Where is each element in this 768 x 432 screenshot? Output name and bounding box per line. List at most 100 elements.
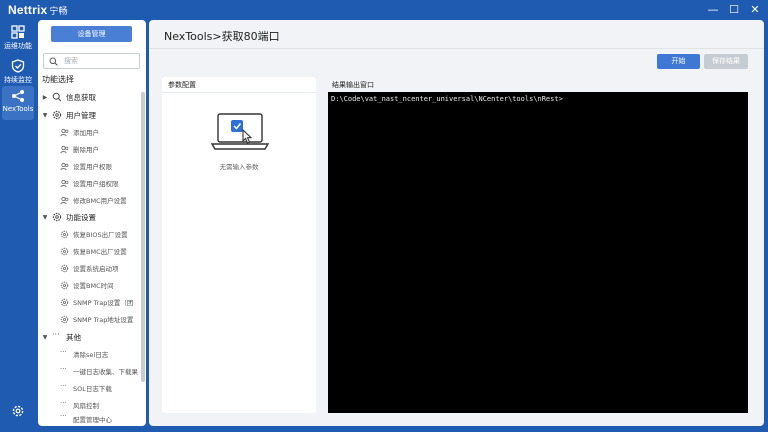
tree-group-label: 其他	[66, 332, 81, 342]
tree-item-snmp-trap[interactable]: SNMP Trap设置（团	[60, 294, 140, 310]
close-icon: ✕	[750, 3, 760, 16]
ellipsis-icon: ···	[60, 398, 67, 407]
tree-group-info[interactable]: ▶ 信息获取	[38, 89, 142, 105]
tree-item-label: 设置BMC时间	[73, 282, 114, 290]
tree-item-user-permission[interactable]: 设置用户权限	[60, 158, 140, 174]
user-icon	[60, 196, 69, 204]
tree-title: 功能选择	[42, 75, 74, 84]
tree-item-label: 配置管理中心	[73, 416, 112, 424]
close-button[interactable]: ✕	[748, 3, 762, 17]
ellipsis-icon: ···	[60, 364, 67, 373]
grid-icon	[11, 25, 25, 39]
tree-item-boot-order[interactable]: 设置系统启动项	[60, 260, 140, 276]
search-box[interactable]	[43, 53, 140, 69]
tree-item-label: 清除sel日志	[73, 351, 109, 359]
brand-sub: 宁畅	[49, 6, 68, 16]
tree-item-label: 一键日志收集、下载果	[73, 368, 138, 376]
device-management-button[interactable]: 设备管理	[51, 26, 132, 42]
settings-gear-icon[interactable]	[11, 404, 25, 418]
tree-item-label: SOL日志下载	[73, 385, 112, 393]
rail-item-nextools[interactable]: NexTools	[2, 86, 34, 120]
app-logo: Nettrix 宁畅	[8, 3, 68, 17]
ellipsis-icon: ···	[60, 414, 67, 420]
tree-item-bmc-reset[interactable]: 恢复BMC出厂设置	[60, 243, 140, 259]
save-result-button[interactable]: 保存结果	[704, 54, 748, 69]
minimize-button[interactable]: —	[706, 3, 720, 17]
tree-item-bmc-user[interactable]: 修改BMC用户设置	[60, 192, 140, 208]
maximize-button[interactable]: ☐	[727, 3, 741, 17]
shield-icon	[11, 59, 25, 73]
ellipsis-icon: ···	[60, 347, 67, 356]
ellipsis-icon: ···	[52, 330, 60, 339]
start-button[interactable]: 开始	[657, 54, 700, 69]
param-config-panel: 参数配置 无需输入参数	[162, 77, 316, 413]
panel-divider	[162, 92, 316, 93]
gear-icon	[60, 264, 69, 272]
chevron-down-icon: ▼	[42, 111, 48, 119]
gear-icon	[52, 110, 62, 120]
tree-item-label: SNMP Trap地址设置	[73, 316, 134, 324]
terminal-output[interactable]: D:\Code\vat_nast_ncenter_universal\NCent…	[328, 92, 748, 413]
tree-group-other[interactable]: ▼ ··· 其他	[38, 329, 142, 345]
main-panel: NexTools>获取80端口 开始 保存结果 参数配置 无需输入参数 结果输出…	[149, 20, 764, 426]
header-divider	[149, 48, 764, 49]
chevron-right-icon: ▶	[42, 93, 48, 101]
tree-group-label: 信息获取	[66, 92, 96, 102]
user-icon	[60, 128, 69, 136]
tree-group-function[interactable]: ▼ 功能设置	[38, 209, 142, 225]
laptop-check-icon	[210, 113, 270, 150]
tree-item-label: 风扇控制	[73, 402, 99, 410]
gear-icon	[60, 298, 69, 306]
tree-group-label: 用户管理	[66, 110, 96, 120]
tree-item-snmp-address[interactable]: SNMP Trap地址设置	[60, 311, 140, 327]
tree-item-label: 恢复BIOS出厂设置	[73, 231, 128, 239]
tree-item-bmc-time[interactable]: 设置BMC时间	[60, 277, 140, 293]
tree-item-log-collect[interactable]: ··· 一键日志收集、下载果	[60, 363, 140, 379]
empty-params-text: 无需输入参数	[219, 163, 259, 171]
tree-item-label: 修改BMC用户设置	[73, 197, 127, 205]
gear-icon	[60, 281, 69, 289]
rail-item-ops[interactable]: 运维功能	[0, 22, 36, 56]
tree-item-label: 设置用户组权限	[73, 180, 119, 188]
tree-group-user[interactable]: ▼ 用户管理	[38, 107, 142, 123]
ellipsis-icon: ···	[60, 381, 67, 390]
rail-label: 持续监控	[4, 76, 32, 84]
rail-label: NexTools	[2, 105, 34, 113]
tree-item-label: SNMP Trap设置（团	[73, 299, 134, 307]
chevron-down-icon: ▼	[42, 333, 48, 341]
tree-item-label: 添加用户	[73, 129, 99, 137]
param-panel-title: 参数配置	[168, 81, 196, 89]
rail-item-monitor[interactable]: 持续监控	[0, 56, 36, 90]
tree-item-clear-sel[interactable]: ··· 清除sel日志	[60, 346, 140, 362]
page-title: NexTools>获取80端口	[164, 30, 280, 43]
tree-item-label: 设置用户权限	[73, 163, 112, 171]
user-icon	[60, 162, 69, 170]
gear-icon	[52, 212, 62, 222]
gear-icon	[60, 247, 69, 255]
sidebar: 设备管理 功能选择 ▶ 信息获取 ▼ 用户管理 添加用户 删除用户	[38, 20, 146, 426]
gear-icon	[60, 315, 69, 323]
user-icon	[60, 179, 69, 187]
user-icon	[60, 145, 69, 153]
tree-item-config-center[interactable]: ··· 配置管理中心	[60, 414, 140, 426]
tree-item-add-user[interactable]: 添加用户	[60, 124, 140, 140]
minimize-icon: —	[707, 3, 719, 16]
result-window-title: 结果输出窗口	[332, 81, 374, 89]
tree-item-label: 设置系统启动项	[73, 265, 119, 273]
brand-name: Nettrix	[8, 3, 48, 17]
search-input[interactable]	[64, 55, 136, 67]
title-bar: Nettrix 宁畅 — ☐ ✕	[0, 0, 768, 20]
terminal-prompt: D:\Code\vat_nast_ncenter_universal\NCent…	[331, 95, 563, 103]
tree-item-group-permission[interactable]: 设置用户组权限	[60, 175, 140, 191]
tree-group-label: 功能设置	[66, 212, 96, 222]
chevron-down-icon: ▼	[42, 213, 48, 221]
tree-item-sol-log[interactable]: ··· SOL日志下载	[60, 380, 140, 396]
maximize-icon: ☐	[729, 3, 739, 16]
rail-label: 运维功能	[4, 42, 32, 50]
gear-icon	[60, 230, 69, 238]
tree-item-bios-reset[interactable]: 恢复BIOS出厂设置	[60, 226, 140, 242]
tree-item-fan-control[interactable]: ··· 风扇控制	[60, 397, 140, 413]
tree-item-delete-user[interactable]: 删除用户	[60, 141, 140, 157]
share-nodes-icon	[12, 90, 24, 102]
search-icon	[52, 92, 62, 102]
